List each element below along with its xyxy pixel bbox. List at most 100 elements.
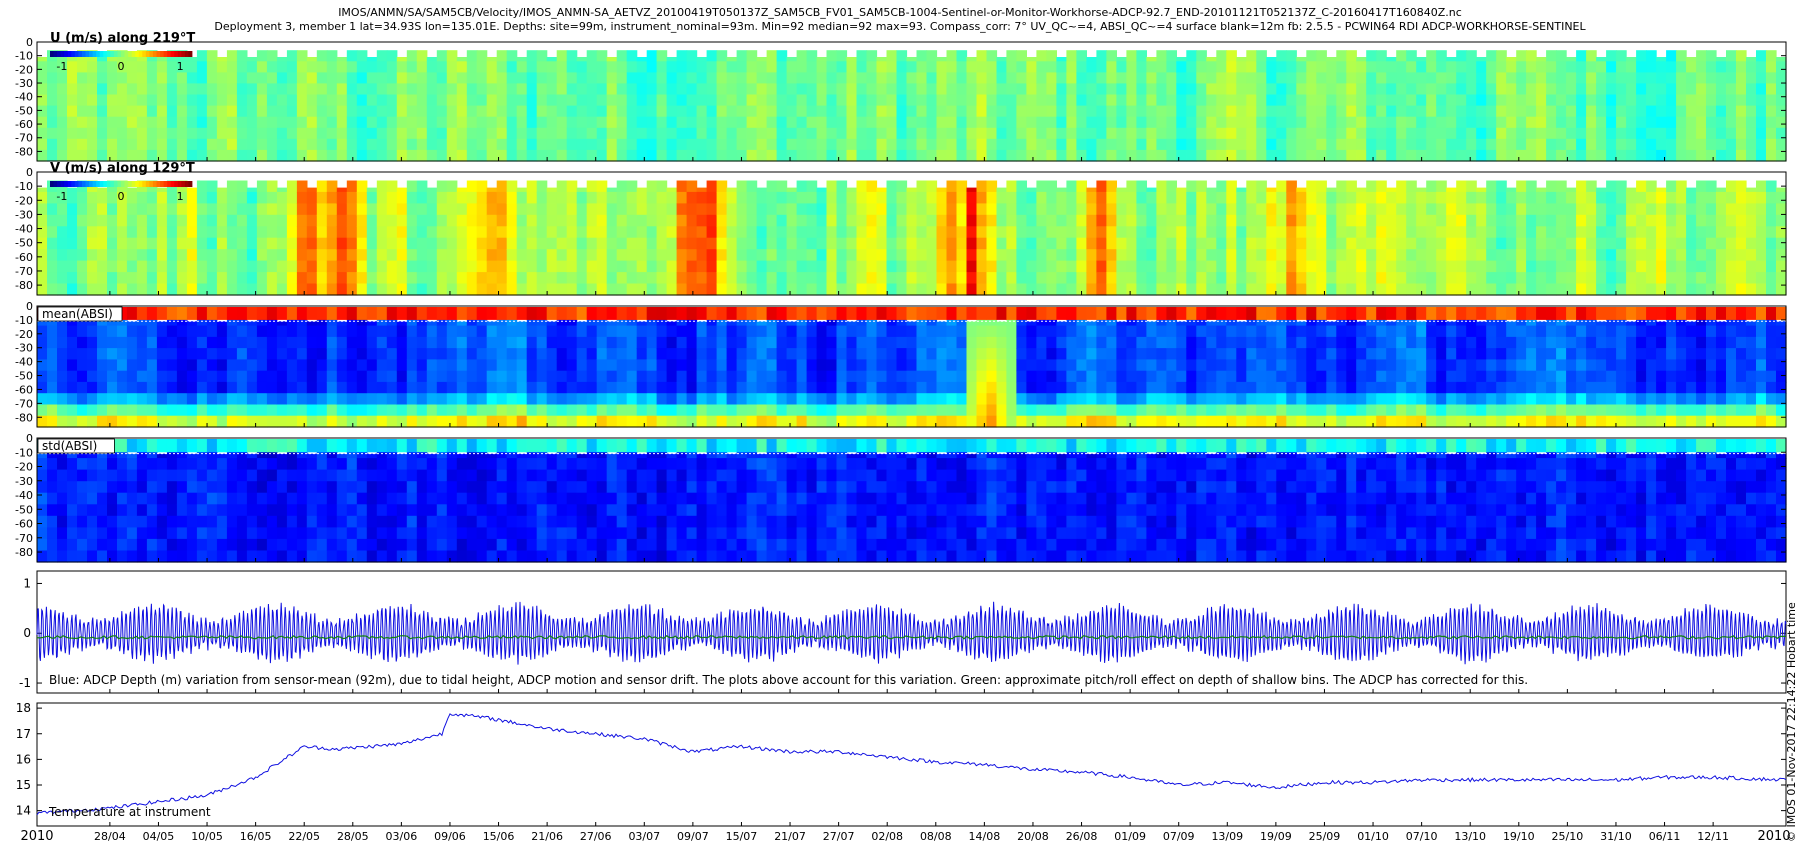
colorbar-segment	[85, 51, 90, 57]
heatmap-cell	[67, 57, 78, 62]
heatmap-cell	[1116, 187, 1127, 193]
heatmap-cell	[1696, 214, 1707, 227]
heatmap-cell	[666, 381, 678, 394]
heatmap-cell	[496, 260, 508, 273]
heatmap-cell	[856, 203, 868, 216]
heatmap-cell	[646, 191, 658, 204]
heatmap-cell	[296, 336, 308, 349]
heatmap-cell	[67, 336, 78, 349]
heatmap-cell	[486, 359, 498, 372]
heatmap-cell	[826, 116, 838, 129]
heatmap-cell	[386, 272, 398, 285]
heatmap-cell	[676, 180, 688, 193]
heatmap-cell	[1086, 138, 1097, 151]
heatmap-cell	[616, 260, 628, 273]
heatmap-cell	[196, 272, 208, 285]
heatmap-cell	[436, 381, 448, 394]
heatmap-cell	[97, 249, 108, 262]
heatmap-cell	[1146, 203, 1157, 216]
heatmap-cell	[846, 359, 858, 372]
heatmap-cell	[276, 321, 288, 327]
heatmap-cell	[396, 57, 408, 62]
heatmap-cell	[656, 325, 668, 338]
heatmap-cell	[1226, 249, 1237, 262]
heatmap-cell	[376, 61, 388, 73]
heatmap-cell	[756, 359, 768, 372]
heatmap-cell	[826, 61, 838, 73]
heatmap-cell	[176, 381, 188, 394]
heatmap-cell	[1336, 105, 1347, 118]
heatmap-cell	[1166, 180, 1177, 193]
heatmap-cell	[156, 336, 168, 349]
heatmap-cell	[1436, 237, 1447, 250]
heatmap-cell	[666, 61, 678, 73]
heatmap-cell	[1406, 105, 1417, 118]
colorbar-segment	[117, 181, 122, 187]
heatmap-cell	[166, 214, 178, 227]
heatmap-cell	[1026, 127, 1037, 140]
heatmap-cell	[216, 321, 228, 327]
heatmap-cell	[416, 50, 428, 62]
heatmap-cell	[1666, 61, 1677, 73]
heatmap-cell	[186, 105, 198, 118]
heatmap-cell	[766, 214, 778, 227]
heatmap-cell	[166, 404, 178, 417]
heatmap-cell	[1596, 191, 1607, 204]
heatmap-cell	[1326, 249, 1337, 262]
heatmap-cell	[726, 359, 738, 372]
heatmap-cell	[1136, 116, 1147, 129]
heatmap-cell	[876, 415, 888, 428]
colorbar-segment	[142, 51, 147, 57]
heatmap-cell	[666, 359, 678, 372]
heatmap-cell	[1736, 237, 1747, 250]
heatmap-cell	[1526, 272, 1537, 285]
heatmap-cell	[886, 404, 898, 417]
heatmap-cell	[896, 50, 908, 62]
heatmap-cell	[716, 116, 728, 129]
heatmap-cell	[156, 359, 168, 372]
heatmap-cell	[396, 283, 408, 296]
heatmap-cell	[346, 105, 358, 118]
heatmap-cell	[1466, 83, 1477, 96]
heatmap-cell	[37, 237, 48, 250]
heatmap-cell	[386, 226, 398, 239]
heatmap-cell	[117, 116, 128, 129]
heatmap-cell	[1046, 50, 1057, 62]
heatmap-cell	[476, 325, 488, 338]
heatmap-cell	[117, 404, 128, 417]
heatmap-cell	[886, 260, 898, 273]
heatmap-cell	[876, 249, 888, 262]
heatmap-cell	[1306, 149, 1317, 162]
heatmap-cell	[696, 415, 708, 428]
heatmap-cell	[156, 393, 168, 406]
heatmap-cell	[1236, 187, 1247, 193]
heatmap-cell	[746, 359, 758, 372]
heatmap-cell	[626, 260, 638, 273]
heatmap-cell	[796, 105, 808, 118]
heatmap-cell	[956, 83, 968, 96]
heatmap-cell	[516, 72, 528, 85]
heatmap-cell	[976, 94, 988, 107]
heatmap-cell	[976, 393, 988, 406]
heatmap-cell	[666, 214, 678, 227]
heatmap-cell	[1166, 214, 1177, 227]
heatmap-cell	[1526, 260, 1537, 273]
y-tick-label: -70	[15, 265, 33, 278]
heatmap-cell	[936, 381, 948, 394]
heatmap-cell	[1596, 83, 1607, 96]
heatmap-cell	[1216, 72, 1227, 85]
heatmap-cell	[1216, 283, 1227, 296]
heatmap-cell	[306, 321, 318, 327]
heatmap-cell	[336, 321, 348, 327]
heatmap-cell	[1506, 105, 1517, 118]
heatmap-cell	[586, 336, 598, 349]
heatmap-cell	[1226, 336, 1237, 349]
heatmap-cell	[1326, 214, 1337, 227]
heatmap-cell	[216, 94, 228, 107]
heatmap-cell	[47, 226, 58, 239]
heatmap-cell	[356, 249, 368, 262]
heatmap-cell	[126, 415, 138, 428]
heatmap-cell	[77, 191, 88, 204]
heatmap-cell	[476, 203, 488, 216]
heatmap-cell	[1666, 191, 1677, 204]
